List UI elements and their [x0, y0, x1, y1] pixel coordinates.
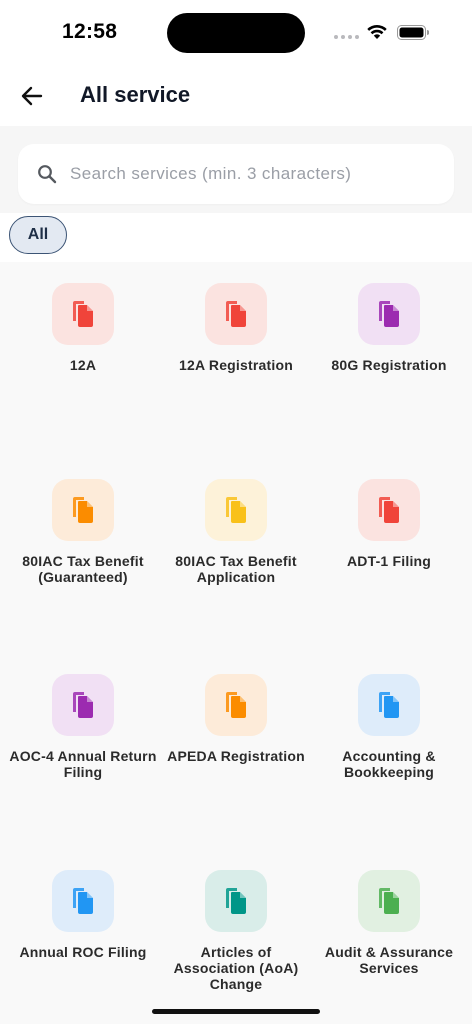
service-tile[interactable]: 12A Registration — [161, 262, 311, 452]
service-tile-label: Annual ROC Filing — [19, 943, 147, 960]
document-copy-icon — [358, 283, 420, 345]
document-copy-icon — [358, 478, 420, 541]
page-title: All service — [80, 82, 191, 107]
service-tile[interactable]: ADT-1 Filing — [314, 458, 464, 648]
service-tile-label: Audit & Assurance Services — [324, 943, 454, 976]
document-copy-icon — [205, 283, 267, 345]
service-tile[interactable]: Articles of Association (AoA) Change — [161, 849, 311, 1024]
service-tile[interactable]: APEDA Registration — [161, 653, 311, 843]
wifi-icon — [367, 25, 387, 39]
service-tile-label: 12A Registration — [179, 357, 293, 373]
search-area — [0, 126, 472, 213]
service-tile-label: AOC-4 Annual Return Filing — [9, 748, 157, 780]
service-tile-label: APEDA Registration — [167, 748, 305, 764]
arrow-left-icon — [21, 86, 43, 106]
document-copy-icon — [52, 674, 114, 736]
service-tile[interactable]: Accounting & Bookkeeping — [314, 653, 464, 843]
document-copy-icon — [205, 674, 267, 736]
home-indicator — [152, 1009, 320, 1014]
document-copy-icon — [52, 869, 114, 932]
dynamic-island — [167, 13, 305, 53]
service-tile-label: ADT-1 Filing — [346, 552, 432, 569]
cellular-signal-icon — [334, 35, 359, 39]
battery-icon — [397, 25, 429, 40]
filter-chips: All — [0, 213, 472, 262]
document-copy-icon — [205, 478, 267, 541]
filter-chip-all[interactable]: All — [9, 216, 67, 254]
service-tile[interactable]: AOC-4 Annual Return Filing — [8, 653, 158, 843]
document-copy-icon — [358, 674, 420, 736]
app-header: All service — [0, 64, 472, 126]
service-tile[interactable]: 80G Registration — [314, 262, 464, 452]
document-copy-icon — [358, 869, 420, 932]
service-tile-label: 80IAC Tax Benefit Application — [175, 552, 297, 585]
search-icon — [38, 165, 57, 184]
service-tile-label: Articles of Association (AoA) Change — [173, 943, 299, 992]
status-time: 12:58 — [62, 20, 118, 43]
back-button[interactable] — [16, 80, 48, 112]
document-copy-icon — [205, 869, 267, 932]
service-tile[interactable]: 80IAC Tax Benefit (Guaranteed) — [8, 458, 158, 648]
service-tile-label: 12A — [69, 357, 97, 373]
document-copy-icon — [52, 478, 114, 541]
search-box[interactable] — [18, 144, 454, 204]
service-tile[interactable]: 12A — [8, 262, 158, 452]
search-input[interactable] — [70, 144, 440, 204]
service-tile[interactable]: Annual ROC Filing — [8, 849, 158, 1024]
service-tile-label: Accounting & Bookkeeping — [342, 748, 436, 780]
service-tile[interactable]: Audit & Assurance Services — [314, 849, 464, 1024]
status-bar: 12:58 — [0, 0, 472, 64]
service-tile-label: 80G Registration — [331, 357, 447, 373]
service-tile-label: 80IAC Tax Benefit (Guaranteed) — [22, 552, 144, 585]
service-tile[interactable]: 80IAC Tax Benefit Application — [161, 458, 311, 648]
document-copy-icon — [52, 283, 114, 345]
